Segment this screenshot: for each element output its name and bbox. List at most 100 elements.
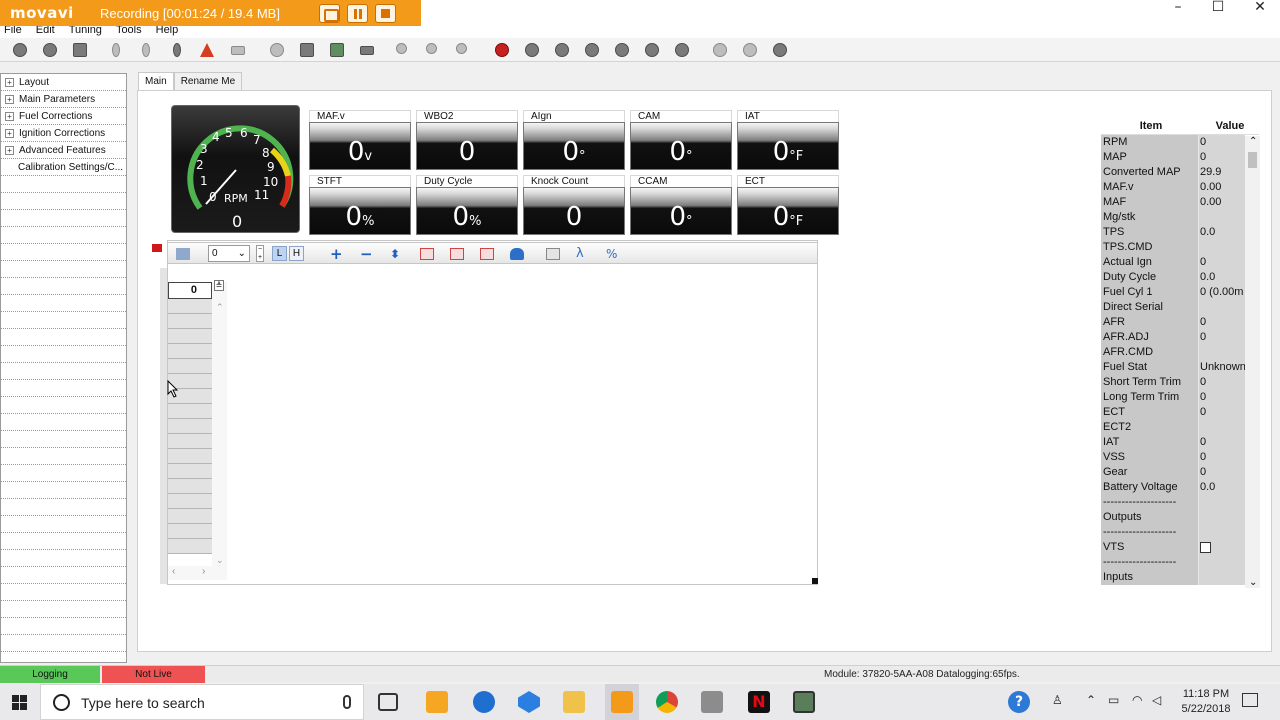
- table-row[interactable]: Mg/stk: [1101, 210, 1259, 225]
- help-app-icon[interactable]: ?: [1008, 691, 1030, 713]
- table-select[interactable]: 0 ⌄: [208, 245, 250, 262]
- table-row[interactable]: Fuel Stat Unknown: [1101, 360, 1259, 375]
- grid-vertical-scrollbar[interactable]: ≜ ⌃ ⌄: [212, 280, 227, 566]
- netflix-icon[interactable]: N: [748, 691, 770, 713]
- table-row[interactable]: [168, 509, 212, 524]
- settings-icon[interactable]: [743, 43, 757, 57]
- table-row[interactable]: MAP 0: [1101, 150, 1259, 165]
- file-explorer-icon[interactable]: [563, 691, 585, 713]
- table-row[interactable]: IAT 0: [1101, 435, 1259, 450]
- pause-button[interactable]: [347, 3, 368, 23]
- tree-item-main-parameters[interactable]: + Main Parameters: [1, 91, 126, 108]
- scroll-up-icon[interactable]: ⌃: [1249, 136, 1257, 147]
- end-icon[interactable]: [675, 43, 689, 57]
- toggle-high[interactable]: H: [289, 246, 304, 261]
- table-row[interactable]: [168, 449, 212, 464]
- people-icon[interactable]: ♙: [1052, 693, 1063, 707]
- table-row[interactable]: AFR 0: [1101, 315, 1259, 330]
- warning-icon[interactable]: [200, 43, 214, 57]
- table-row[interactable]: RPM 0: [1101, 135, 1259, 150]
- lambda-icon[interactable]: λ: [576, 247, 590, 260]
- tree-item-ignition-corrections[interactable]: + Ignition Corrections: [1, 125, 126, 142]
- expand-icon[interactable]: +: [5, 77, 14, 87]
- table-row[interactable]: Direct Serial: [1101, 300, 1259, 315]
- system-clock[interactable]: 11:18 PM 5/22/2018: [1176, 687, 1236, 717]
- add-icon[interactable]: +: [330, 247, 344, 262]
- play-icon[interactable]: [585, 43, 599, 57]
- spin-stepper[interactable]: − +: [256, 245, 264, 262]
- table-row[interactable]: ECT2: [1101, 420, 1259, 435]
- taskbar-search[interactable]: Type here to search: [40, 684, 364, 720]
- up-arrow-icon[interactable]: [173, 43, 181, 57]
- column-header-item[interactable]: Item: [1101, 118, 1201, 134]
- table-view-icon[interactable]: [176, 248, 190, 260]
- chip-icon[interactable]: [360, 46, 374, 55]
- chevron-up-icon[interactable]: ⌃: [1086, 693, 1096, 707]
- scroll-right-icon[interactable]: ›: [202, 566, 205, 577]
- close-button[interactable]: ✕: [1240, 0, 1280, 18]
- down-arrow-icon[interactable]: [142, 43, 150, 57]
- tab-rename-me[interactable]: Rename Me: [173, 72, 243, 90]
- store-icon[interactable]: [426, 691, 448, 713]
- fill-icon[interactable]: [420, 248, 434, 260]
- minimize-button[interactable]: –: [1158, 0, 1198, 18]
- scroll-up-icon[interactable]: ⌃: [216, 302, 224, 313]
- table-row[interactable]: Fuel Cyl 10 (0.00m: [1101, 285, 1259, 300]
- table-row[interactable]: AFR.CMD: [1101, 345, 1259, 360]
- back-icon[interactable]: [555, 43, 569, 57]
- table-row[interactable]: --------------------: [1101, 495, 1259, 510]
- subtract-icon[interactable]: −: [360, 247, 374, 262]
- grid-header-cell[interactable]: 0: [168, 282, 212, 299]
- table-row[interactable]: VTS: [1101, 540, 1259, 555]
- help-icon[interactable]: [773, 43, 787, 57]
- values-scrollbar[interactable]: ⌃ ⌄: [1245, 136, 1260, 588]
- percent-icon[interactable]: %: [606, 248, 620, 260]
- battery-icon[interactable]: ▭: [1108, 693, 1119, 707]
- table-row[interactable]: [168, 359, 212, 374]
- edge-icon[interactable]: [473, 691, 495, 713]
- table-row[interactable]: Actual Ign 0: [1101, 255, 1259, 270]
- floppy-green-icon[interactable]: [330, 43, 344, 57]
- microphone-icon[interactable]: [343, 695, 351, 709]
- vts-checkbox[interactable]: [1200, 542, 1211, 553]
- table-row[interactable]: [168, 479, 212, 494]
- expand-icon[interactable]: +: [5, 145, 14, 155]
- tree-item-layout[interactable]: + Layout: [1, 74, 126, 91]
- start-button[interactable]: [0, 684, 40, 720]
- tree-item-advanced-features[interactable]: + Advanced Features: [1, 142, 126, 159]
- smooth-icon[interactable]: [510, 248, 524, 260]
- table-row[interactable]: Short Term Trim 0: [1101, 375, 1259, 390]
- volume-icon[interactable]: ◁: [1152, 693, 1161, 707]
- zoom-icon[interactable]: [396, 43, 407, 54]
- chrome-icon[interactable]: [656, 691, 678, 713]
- scroll-left-icon[interactable]: ‹: [172, 566, 175, 577]
- zoom-in-icon[interactable]: [426, 43, 437, 54]
- table-row[interactable]: Gear 0: [1101, 465, 1259, 480]
- table-row[interactable]: [168, 464, 212, 479]
- table-row[interactable]: Duty Cycle 0.0: [1101, 270, 1259, 285]
- wifi-icon[interactable]: ◠: [1132, 693, 1142, 707]
- copy-icon[interactable]: [546, 248, 560, 260]
- table-row[interactable]: [168, 494, 212, 509]
- table-row[interactable]: [168, 419, 212, 434]
- table-row[interactable]: [168, 329, 212, 344]
- zoom-out-icon[interactable]: [456, 43, 467, 54]
- expand-icon[interactable]: +: [5, 111, 14, 121]
- table-row[interactable]: AFR.ADJ 0: [1101, 330, 1259, 345]
- pause-icon[interactable]: [615, 43, 629, 57]
- record-icon[interactable]: [495, 43, 509, 57]
- table-row[interactable]: [168, 434, 212, 449]
- table-row[interactable]: Converted MAP 29.9: [1101, 165, 1259, 180]
- table-row[interactable]: [168, 404, 212, 419]
- screen-recorder-icon[interactable]: [793, 691, 815, 713]
- interpolate-icon[interactable]: ⬍: [390, 248, 404, 260]
- scroll-down-icon[interactable]: ⌄: [216, 555, 224, 566]
- table-row[interactable]: Battery Voltage 0.0: [1101, 480, 1259, 495]
- tuning-app-icon[interactable]: [701, 691, 723, 713]
- table-row[interactable]: --------------------: [1101, 555, 1259, 570]
- table-row[interactable]: [168, 539, 212, 554]
- table-row[interactable]: Long Term Trim 0: [1101, 390, 1259, 405]
- table-row[interactable]: [168, 314, 212, 329]
- floppy-icon[interactable]: [300, 43, 314, 57]
- dropbox-icon[interactable]: [518, 691, 540, 713]
